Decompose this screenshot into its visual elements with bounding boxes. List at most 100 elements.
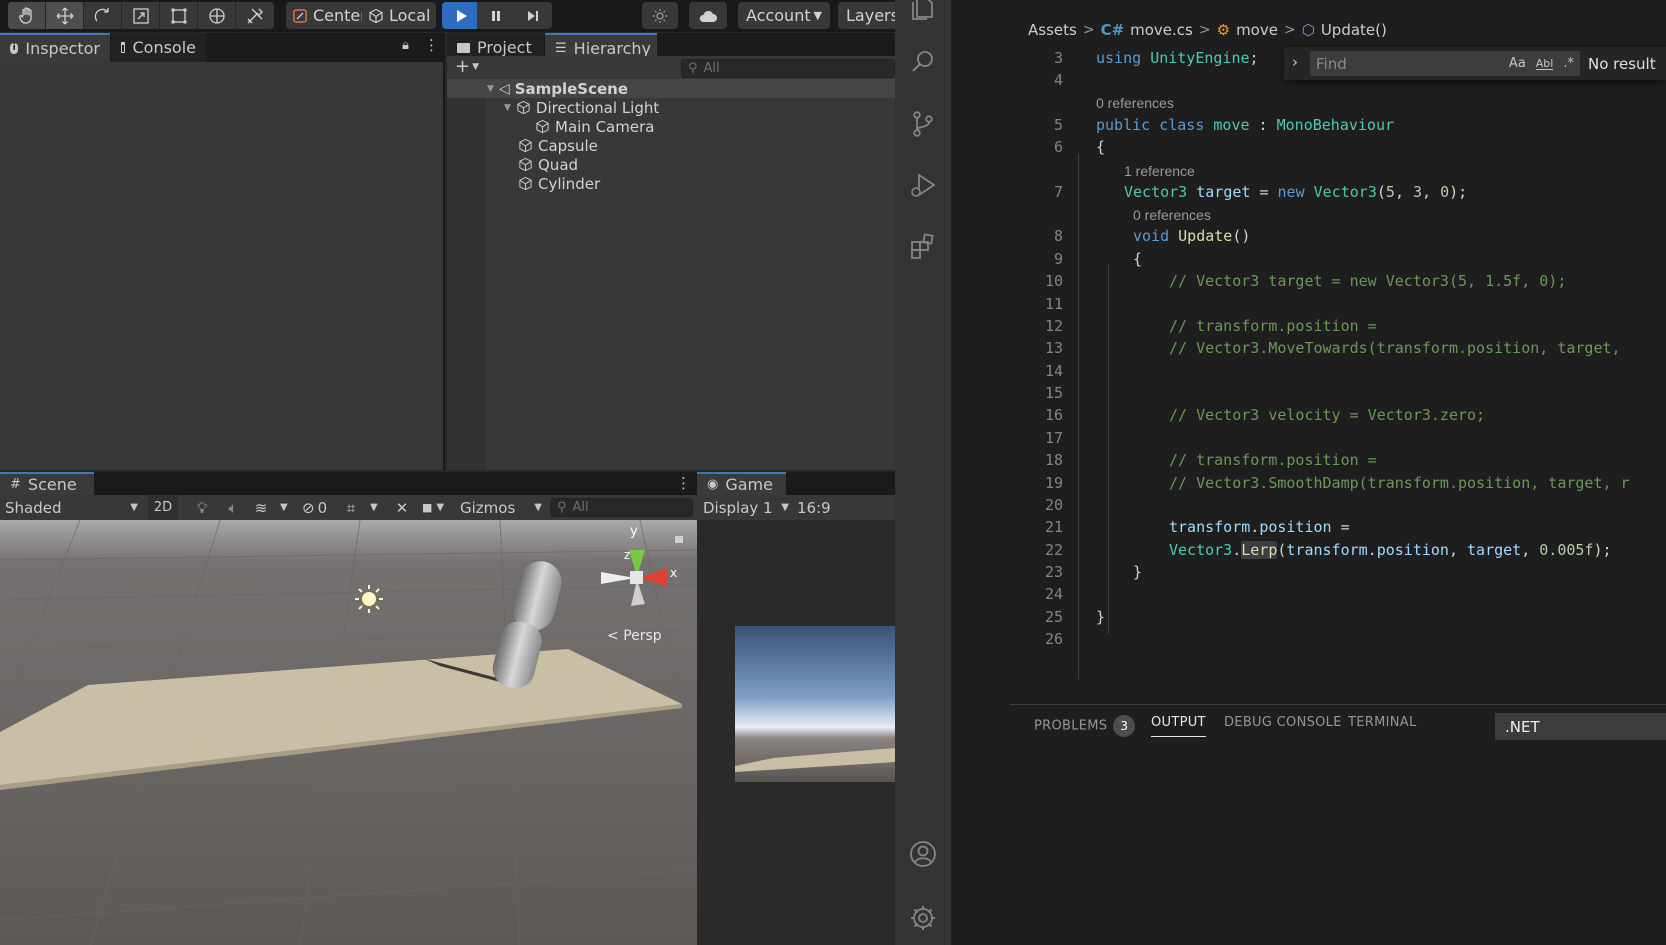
find-placeholder: Find bbox=[1316, 54, 1347, 73]
codelens-update-refs[interactable]: 0 references bbox=[1133, 207, 1211, 223]
panel-menu-icon[interactable]: ⋮ bbox=[424, 36, 439, 54]
toggle-2d-button[interactable]: 2D bbox=[148, 495, 178, 520]
source-control-icon[interactable] bbox=[895, 96, 951, 152]
scene-unity-icon: ◁ bbox=[498, 80, 510, 97]
display-label: Display 1 bbox=[703, 498, 773, 517]
toggle-replace-chevron-icon[interactable]: › bbox=[1292, 53, 1298, 71]
shading-label: Shaded bbox=[5, 498, 62, 517]
gizmo-y-label: y bbox=[630, 524, 638, 539]
game-panel: ◉ Game Display 1 ▼ 16:9 bbox=[697, 472, 895, 945]
shading-dropdown[interactable]: Shaded ▼ bbox=[5, 495, 138, 520]
code-line: void Update() bbox=[1133, 227, 1251, 245]
hierarchy-search-input[interactable]: ⚲ All bbox=[681, 59, 895, 78]
lighting-bulb-icon[interactable]: 💡︎ bbox=[190, 495, 214, 520]
tab-inspector[interactable]: i Inspector bbox=[0, 33, 110, 62]
persp-toggle[interactable]: < Persp bbox=[607, 628, 662, 644]
codelens-class-refs[interactable]: 0 references bbox=[1096, 95, 1174, 111]
create-plus-icon[interactable]: + ▼ bbox=[455, 56, 479, 77]
settings-gear-icon[interactable] bbox=[895, 890, 951, 945]
tab-output[interactable]: OUTPUT bbox=[1151, 715, 1206, 737]
code-line: // Vector3.MoveTowards(transform.positio… bbox=[1169, 339, 1630, 357]
effects-chevron-icon[interactable]: ▼ bbox=[280, 495, 292, 520]
tab-game[interactable]: ◉ Game bbox=[697, 472, 786, 495]
play-button[interactable] bbox=[442, 2, 480, 29]
breadcrumb-method[interactable]: Update() bbox=[1321, 21, 1387, 39]
aspect-dropdown[interactable]: 16:9 bbox=[797, 495, 857, 520]
output-channel-select[interactable]: .NET bbox=[1495, 713, 1666, 740]
tab-debug-console[interactable]: DEBUG CONSOLE bbox=[1224, 715, 1342, 730]
hierarchy-item-label: Main Camera bbox=[555, 117, 655, 136]
pivot-local-toggle[interactable]: Local bbox=[362, 2, 437, 29]
code-editor[interactable]: 3 4 5 6 7 8 9 10 11 12 13 14 15 16 17 18… bbox=[1018, 44, 1666, 704]
grid-chevron-icon[interactable]: ▼ bbox=[370, 495, 382, 520]
breadcrumb-assets[interactable]: Assets bbox=[1028, 21, 1077, 39]
rect-tool-icon[interactable] bbox=[160, 2, 198, 29]
regex-icon[interactable]: .* bbox=[1563, 56, 1574, 71]
audio-icon[interactable]: 🔈︎ bbox=[222, 495, 244, 520]
account-dropdown[interactable]: Account ▼ bbox=[738, 2, 830, 29]
hierarchy-scene-row[interactable]: ▼ ◁ SampleScene bbox=[447, 79, 895, 98]
game-viewport[interactable] bbox=[697, 520, 895, 945]
rotate-tool-icon[interactable] bbox=[84, 2, 122, 29]
info-icon: i bbox=[10, 43, 19, 54]
breadcrumb-file[interactable]: move.cs bbox=[1130, 21, 1193, 39]
hierarchy-item-cylinder[interactable]: Cylinder bbox=[447, 174, 895, 193]
cloud-button[interactable] bbox=[689, 2, 727, 29]
breadcrumb-class[interactable]: move bbox=[1236, 21, 1278, 39]
hand-tool-icon[interactable] bbox=[8, 2, 46, 29]
display-dropdown[interactable]: Display 1 ▼ bbox=[703, 495, 789, 520]
persp-chevron-icon: < bbox=[607, 628, 619, 644]
line-number: 4 bbox=[1053, 71, 1063, 89]
search-icon[interactable] bbox=[895, 34, 951, 90]
scale-tool-icon[interactable] bbox=[122, 2, 160, 29]
hierarchy-item-directional-light[interactable]: ▼ Directional Light bbox=[447, 98, 895, 117]
gizmos-dropdown[interactable]: Gizmos ▼ bbox=[460, 495, 542, 520]
panel-menu-icon[interactable]: ⋮ bbox=[676, 474, 691, 492]
inspector-tabbar: i Inspector Console 🔒︎ ⋮ bbox=[0, 33, 443, 62]
move-tool-icon[interactable] bbox=[46, 2, 84, 29]
scene-search-input[interactable]: ⚲ All bbox=[550, 498, 693, 517]
run-debug-icon[interactable] bbox=[895, 157, 951, 213]
find-input[interactable]: Find Aa Abl .* bbox=[1310, 51, 1580, 76]
extensions-icon[interactable] bbox=[895, 218, 951, 274]
match-case-icon[interactable]: Aa bbox=[1509, 56, 1526, 71]
activity-bar bbox=[895, 0, 951, 945]
step-button[interactable] bbox=[514, 2, 552, 29]
hierarchy-item-quad[interactable]: Quad bbox=[447, 155, 895, 174]
explorer-icon[interactable] bbox=[895, 0, 951, 36]
tab-scene[interactable]: # Scene bbox=[0, 472, 94, 495]
line-number: 26 bbox=[1044, 630, 1063, 648]
hierarchy-item-label: Directional Light bbox=[535, 98, 660, 117]
gizmo-lock-icon[interactable] bbox=[675, 536, 683, 543]
hierarchy-item-main-camera[interactable]: Main Camera bbox=[447, 117, 895, 136]
accounts-icon[interactable] bbox=[895, 826, 951, 882]
scene-viewport[interactable]: y z x < Persp bbox=[0, 520, 697, 945]
whole-word-icon[interactable]: Abl bbox=[1535, 58, 1554, 70]
hierarchy-item-capsule[interactable]: Capsule bbox=[447, 136, 895, 155]
line-number: 14 bbox=[1044, 362, 1063, 380]
transform-tool-icon[interactable] bbox=[198, 2, 236, 29]
tab-console-label: Console bbox=[132, 38, 196, 57]
tab-inspector-label: Inspector bbox=[25, 39, 100, 58]
tab-console[interactable]: Console bbox=[111, 33, 206, 62]
codelens-target-refs[interactable]: 1 reference bbox=[1124, 163, 1195, 179]
effects-icon[interactable]: ≋ bbox=[250, 495, 272, 520]
tab-terminal[interactable]: TERMINAL bbox=[1348, 715, 1417, 730]
pause-button[interactable] bbox=[477, 2, 515, 29]
find-widget: › Find Aa Abl .* No result bbox=[1284, 47, 1666, 80]
tab-problems[interactable]: PROBLEMS 3 bbox=[1034, 715, 1136, 737]
hidden-objects-toggle[interactable]: ⊘ 0 bbox=[302, 495, 336, 520]
game-tabbar: ◉ Game bbox=[697, 472, 895, 495]
lock-icon[interactable]: 🔒︎ bbox=[402, 38, 409, 53]
csharp-file-icon: C# bbox=[1100, 20, 1125, 39]
indent-guide bbox=[1108, 264, 1109, 634]
code-line: // Vector3 velocity = Vector3.zero; bbox=[1169, 406, 1486, 424]
camera-icon[interactable]: ■ ▼ bbox=[422, 495, 452, 520]
line-number: 13 bbox=[1044, 339, 1063, 357]
services-button[interactable] bbox=[642, 2, 678, 29]
tools-icon[interactable]: ✕ bbox=[392, 495, 412, 520]
grid-snap-icon[interactable]: ⌗ bbox=[341, 495, 361, 520]
line-number: 6 bbox=[1053, 138, 1063, 156]
custom-tool-icon[interactable] bbox=[236, 2, 274, 29]
pivot-center-toggle[interactable]: Center bbox=[286, 2, 373, 29]
